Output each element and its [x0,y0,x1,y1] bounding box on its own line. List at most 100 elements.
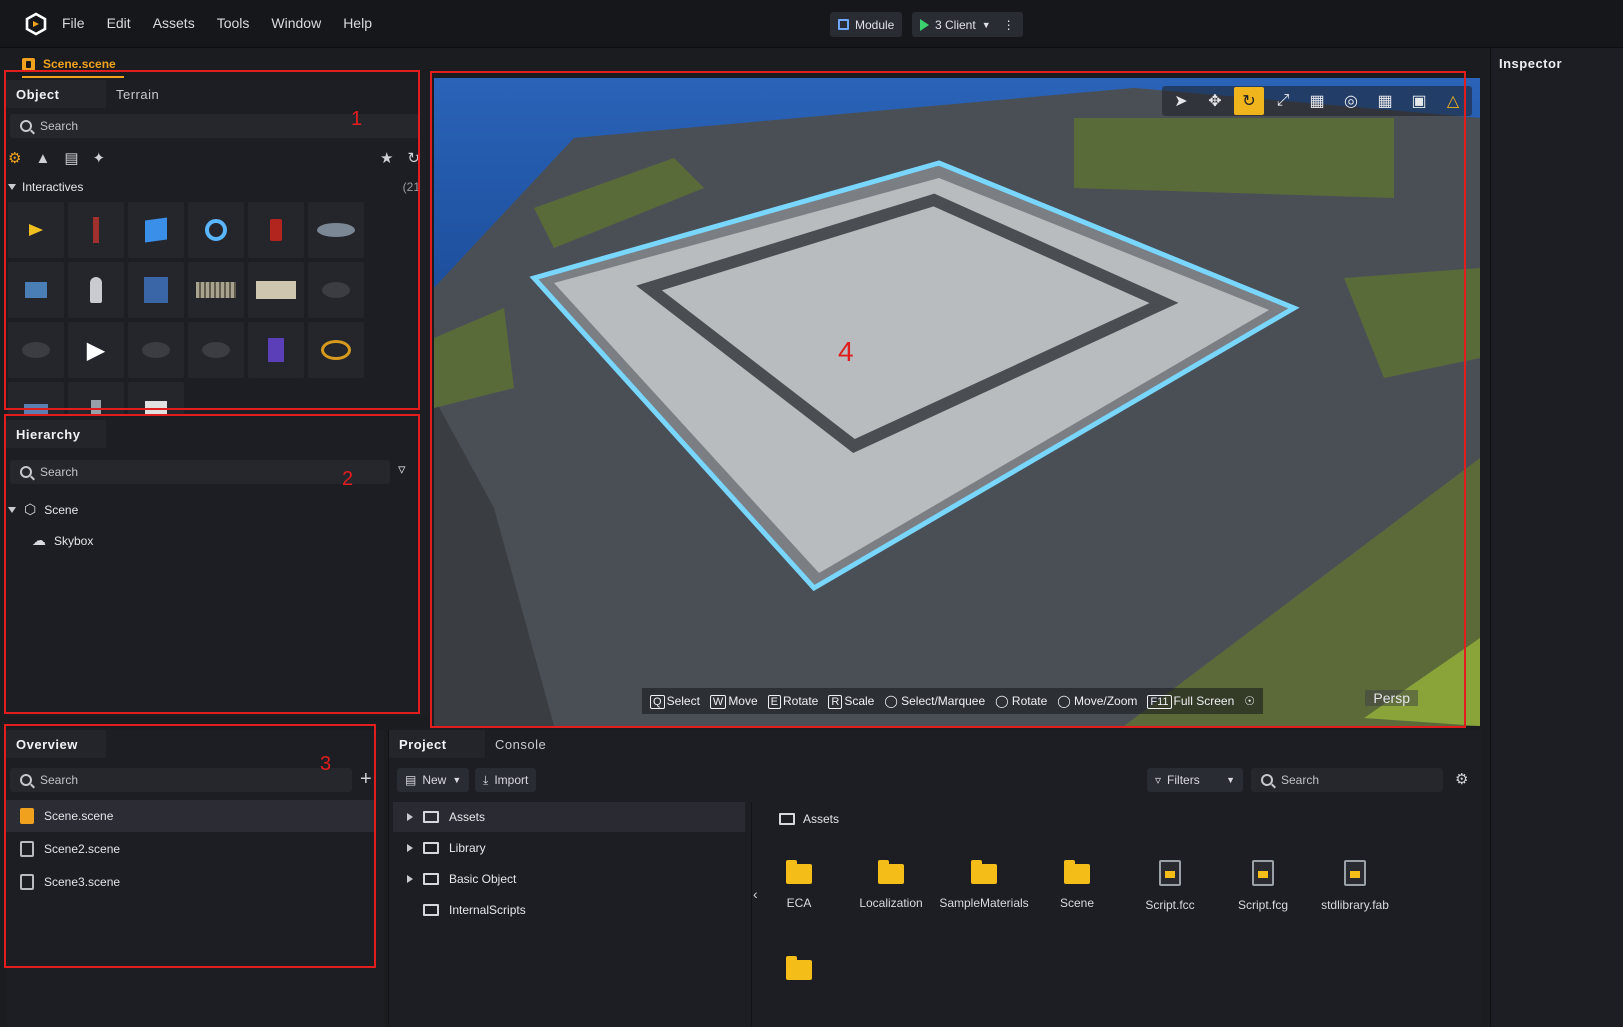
search-icon [20,774,32,786]
tree-item-label: InternalScripts [449,903,526,917]
tab-overview[interactable]: Overview [6,730,106,758]
tab-terrain[interactable]: Terrain [106,80,169,108]
chevron-down-icon[interactable]: ▼ [982,20,991,30]
module-button[interactable]: Module [830,12,903,37]
zip-file-icon [1344,860,1366,886]
object-tile-cube[interactable] [128,202,184,258]
folder-icon [786,956,812,980]
overview-file-scene3[interactable]: Scene3.scene [4,866,374,898]
object-tile-tire[interactable] [308,262,364,318]
menu-file[interactable]: File [62,15,85,31]
axis-gizmo-icon[interactable]: △ [1438,87,1468,115]
object-tile-npc[interactable] [68,262,124,318]
scene-viewport[interactable]: ➤ ✥ ↻ ⤢ ▦ ◎ ▦ ▣ △ Q Select W Move E Rotate … [434,78,1480,726]
history-icon[interactable]: ↻ [407,151,420,166]
interactives-section[interactable]: Interactives (21 [8,180,420,194]
breadcrumb-label[interactable]: Assets [803,812,839,826]
object-tile-vehicle[interactable] [8,382,64,416]
object-tile-flag[interactable] [8,202,64,258]
container-icon [256,281,296,299]
hint-key: Q [650,694,665,709]
tree-item-internal-scripts[interactable]: InternalScripts [393,895,745,925]
menu-assets[interactable]: Assets [153,15,195,31]
filters-label: Filters [1167,773,1200,787]
globe-icon[interactable]: ◎ [1336,87,1366,115]
add-icon[interactable]: + [360,768,372,791]
hint-scale: R Scale [828,694,874,709]
more-icon[interactable]: ⋮ [1003,18,1015,32]
favorite-folder-icon[interactable]: ★ [380,151,393,166]
object-tile-barrel[interactable] [248,202,304,258]
asset-item[interactable]: ECA [753,860,845,910]
new-button[interactable]: ▤ New ▼ [397,768,470,792]
object-tile-tire-3[interactable] [128,322,184,378]
folder-icon [423,842,439,854]
object-tile-machine[interactable] [8,262,64,318]
cursor-icon[interactable]: ➤ [1166,87,1196,115]
asset-item[interactable]: Script.fcg [1217,860,1309,912]
tree-item-label: Library [449,841,486,855]
menu-help[interactable]: Help [343,15,372,31]
settings-icon[interactable]: ☉ [1244,694,1255,708]
object-tile-box[interactable] [128,382,184,416]
building-icon[interactable]: ▤ [64,151,78,166]
snap-icon[interactable]: ▦ [1302,87,1332,115]
object-tile-tower[interactable] [68,382,124,416]
import-button[interactable]: ⤓ Import [475,768,537,792]
portal-icon [205,219,227,241]
asset-item[interactable]: Localization [845,860,937,910]
overview-file-scene[interactable]: Scene.scene [4,800,374,832]
tab-console[interactable]: Console [485,730,556,758]
object-tile-platform[interactable] [308,202,364,258]
asset-item[interactable]: SampleMaterials [938,860,1030,910]
object-tile-tire-4[interactable] [188,322,244,378]
object-tile-portal[interactable] [188,202,244,258]
scene-tab[interactable]: Scene.scene [22,52,124,78]
hierarchy-node-skybox[interactable]: ☁ Skybox [32,532,93,549]
tree-item-library[interactable]: Library [393,833,745,863]
tire-icon [22,342,50,358]
object-grid: ▶ [8,202,428,416]
gamepad-icon[interactable]: ⚙ [8,151,21,166]
move-icon[interactable]: ✥ [1200,87,1230,115]
asset-item[interactable]: Scene [1031,860,1123,910]
overview-file-scene2[interactable]: Scene2.scene [4,833,374,865]
tab-project[interactable]: Project [389,730,485,758]
object-tile-arcade[interactable] [248,322,304,378]
object-tile-tire-2[interactable] [8,322,64,378]
overview-search-input[interactable]: Search [10,768,352,792]
asset-item[interactable]: stdlibrary.fab [1309,860,1401,912]
tab-hierarchy[interactable]: Hierarchy [6,420,106,448]
inspector-title[interactable]: Inspector [1499,56,1562,71]
object-tile-crate[interactable] [128,262,184,318]
tree-item-assets[interactable]: Assets [393,802,745,832]
layout-icon[interactable]: ▦ [1370,87,1400,115]
menu-edit[interactable]: Edit [107,15,131,31]
camera-icon[interactable]: ▣ [1404,87,1434,115]
camera-mode-label[interactable]: Persp [1365,690,1418,706]
gear-icon[interactable]: ⚙ [1455,772,1468,787]
object-tile-container[interactable] [248,262,304,318]
menu-tools[interactable]: Tools [217,15,250,31]
object-tile-spawn[interactable] [68,202,124,258]
hierarchy-search-input[interactable]: Search [10,460,390,484]
project-search-input[interactable]: Search [1251,768,1443,792]
menu-window[interactable]: Window [271,15,321,31]
tab-object[interactable]: Object [6,80,106,108]
hierarchy-node-scene[interactable]: ⬡ Scene [8,501,78,518]
object-tile-camera[interactable]: ▶ [68,322,124,378]
filter-icon[interactable]: ▿ [398,462,406,477]
hint-select: Q Select [650,694,700,709]
object-tile-fence[interactable] [188,262,244,318]
tree-icon[interactable]: ▲ [35,151,50,166]
pin-icon[interactable]: ✦ [93,151,106,166]
scale-icon[interactable]: ⤢ [1268,87,1298,115]
search-icon [20,466,32,478]
filters-button[interactable]: ▿ Filters ▼ [1147,768,1243,792]
tree-item-basic-object[interactable]: Basic Object [393,864,745,894]
asset-item[interactable]: Script.fcc [1124,860,1216,912]
asset-item-partial[interactable] [753,956,845,980]
object-tile-coin[interactable] [308,322,364,378]
play-client-button[interactable]: 3 Client ▼ ⋮ [912,12,1023,37]
rotate-icon[interactable]: ↻ [1234,87,1264,115]
